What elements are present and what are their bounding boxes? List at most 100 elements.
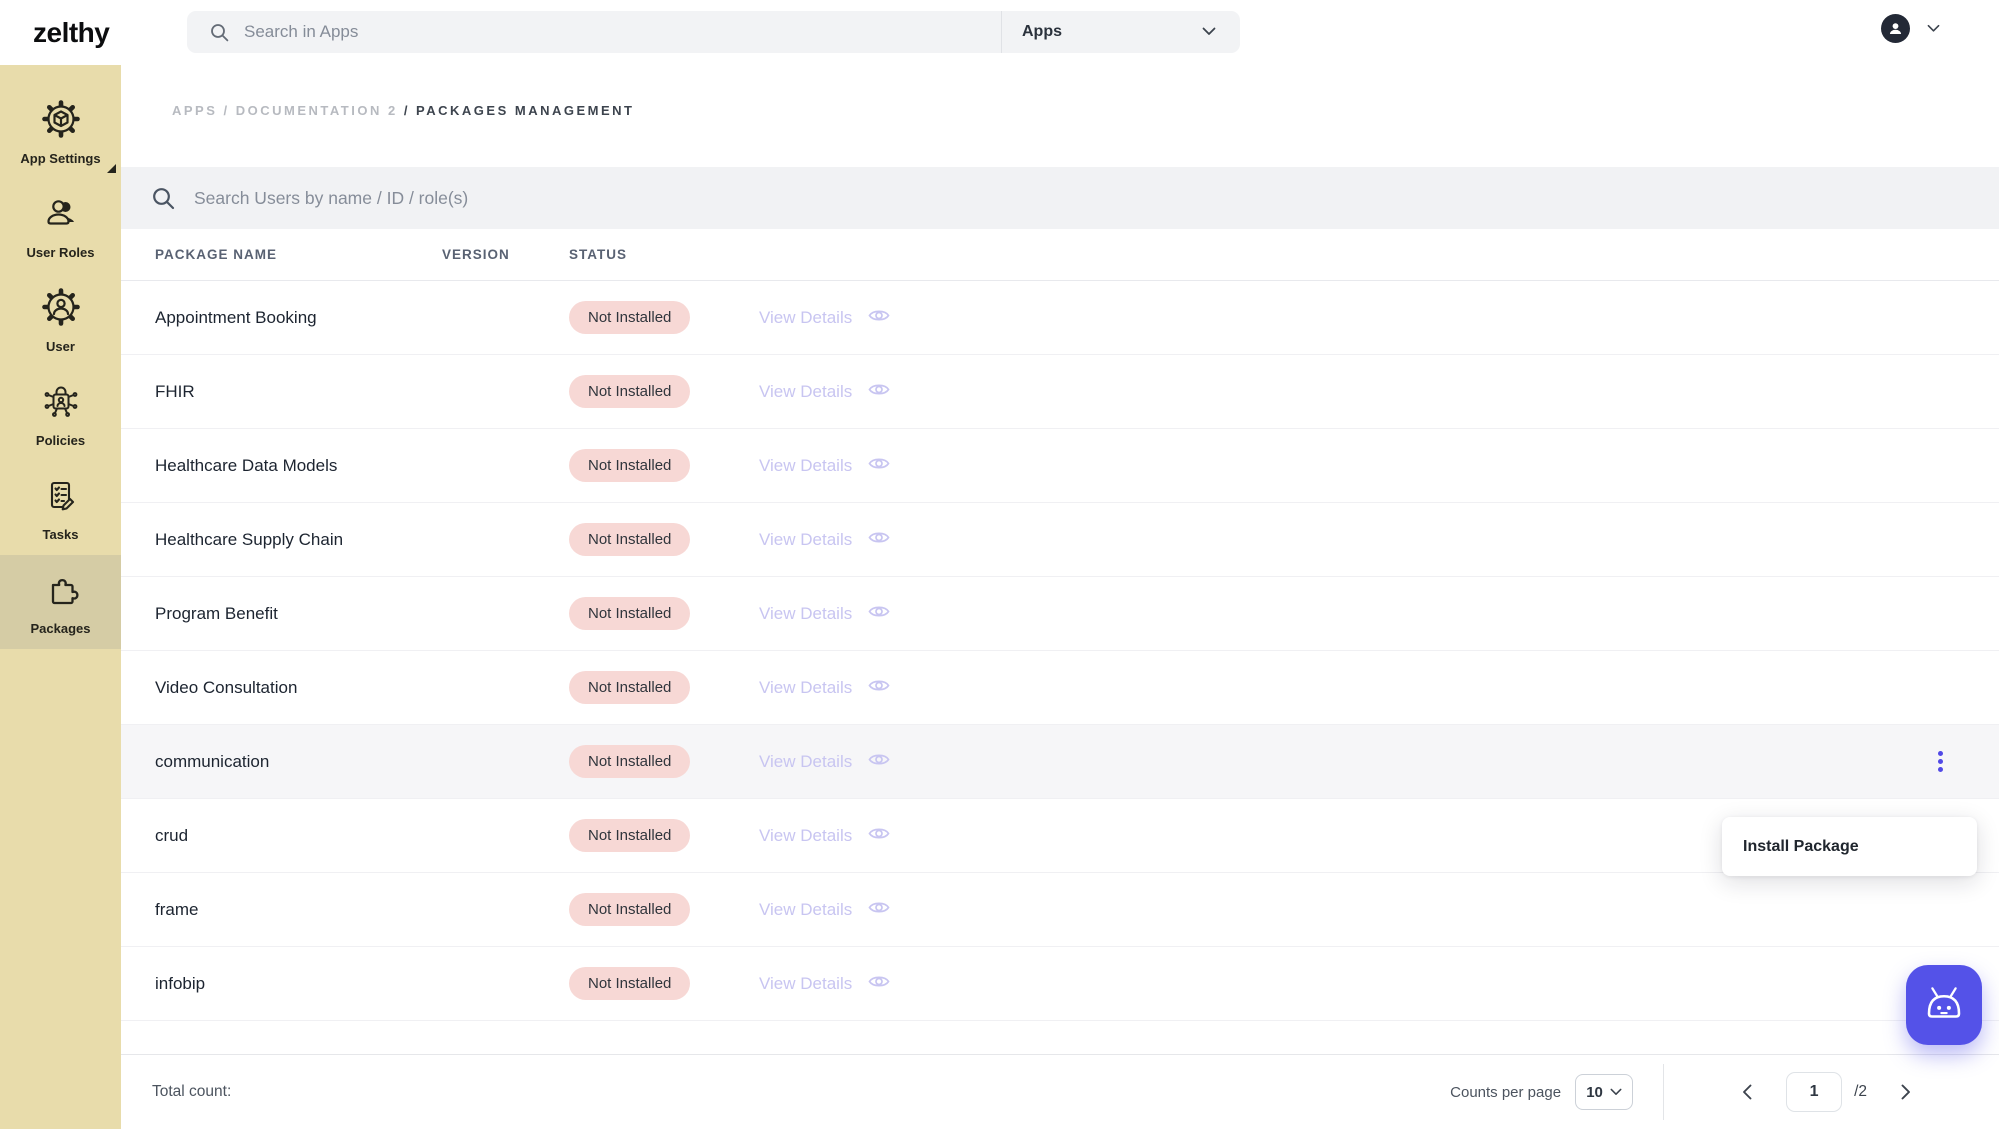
policies-lock-circuit-icon	[41, 381, 81, 426]
view-details-label: View Details	[759, 973, 853, 993]
page-total: /2	[1854, 1083, 1867, 1100]
sidebar: App Settings User Roles User Policies Ta…	[0, 65, 121, 1129]
sidebar-item-policies[interactable]: Policies	[0, 367, 121, 461]
kebab-menu-icon	[1937, 751, 1943, 756]
view-details-link[interactable]: View Details	[759, 974, 989, 994]
package-name: Healthcare Supply Chain	[155, 529, 344, 549]
view-details-link[interactable]: View Details	[759, 604, 989, 624]
sidebar-item-packages[interactable]: Packages	[0, 555, 121, 649]
sidebar-item-label: User Roles	[26, 244, 95, 260]
status-badge: Not Installed	[569, 375, 691, 408]
current-page-input[interactable]: 1	[1786, 1072, 1843, 1112]
users-search-bar	[121, 167, 1999, 229]
table-row: Appointment Booking Not Installed View D…	[121, 281, 1999, 355]
eye-icon	[868, 382, 890, 402]
view-details-link[interactable]: View Details	[759, 308, 989, 328]
app-settings-gear-cube-icon	[41, 99, 81, 144]
view-details-link[interactable]: View Details	[759, 826, 989, 846]
sidebar-item-label: User	[46, 338, 75, 354]
install-package-menu-item[interactable]: Install Package	[1722, 817, 1977, 876]
topbar: zelthy Apps	[0, 0, 1999, 65]
user-gear-icon	[41, 287, 81, 332]
eye-icon	[868, 456, 890, 476]
package-name: communication	[155, 751, 270, 771]
package-name: crud	[155, 825, 189, 845]
view-details-label: View Details	[759, 307, 853, 327]
package-name: infobip	[155, 973, 206, 993]
counts-per-page-value: 10	[1586, 1083, 1603, 1101]
table-body: Appointment Booking Not Installed View D…	[121, 281, 1999, 1021]
status-badge: Not Installed	[569, 301, 691, 334]
sidebar-item-tasks[interactable]: Tasks	[0, 461, 121, 555]
user-roles-icon	[41, 193, 81, 238]
search-icon	[210, 23, 229, 42]
eye-icon	[868, 974, 890, 994]
row-context-menu: Install Package	[1722, 817, 1977, 876]
chevron-down-icon	[1927, 20, 1940, 38]
view-details-label: View Details	[759, 455, 853, 475]
table-header: PACKAGE NAME VERSION STATUS	[121, 229, 1999, 281]
sidebar-item-label: App Settings	[20, 150, 101, 166]
sidebar-item-label: Packages	[30, 620, 91, 636]
apps-search-input[interactable]	[244, 22, 1001, 42]
table-row: Healthcare Supply Chain Not Installed Vi…	[121, 503, 1999, 577]
eye-icon	[868, 530, 890, 550]
view-details-link[interactable]: View Details	[759, 900, 989, 920]
expand-corner-icon	[107, 164, 116, 173]
view-details-link[interactable]: View Details	[759, 456, 989, 476]
column-header-status: STATUS	[569, 247, 627, 262]
account-menu-button[interactable]	[1881, 14, 1940, 43]
table-row: infobip Not Installed View Details	[121, 947, 1999, 1021]
footer: Total count: Counts per page 10 1 /2	[121, 1054, 1999, 1129]
view-details-link[interactable]: View Details	[759, 382, 989, 402]
search-scope-select[interactable]: Apps	[1002, 11, 1240, 53]
breadcrumb-path[interactable]: APPS / DOCUMENTATION 2	[172, 103, 398, 118]
chatbot-button[interactable]	[1906, 965, 1982, 1045]
table-row: Healthcare Data Models Not Installed Vie…	[121, 429, 1999, 503]
view-details-link[interactable]: View Details	[759, 752, 989, 772]
view-details-label: View Details	[759, 899, 853, 919]
row-menu-button[interactable]	[1932, 745, 1949, 778]
avatar	[1881, 14, 1910, 43]
tasks-checklist-icon	[41, 475, 81, 520]
eye-icon	[868, 678, 890, 698]
global-search-container: Apps	[187, 11, 1240, 53]
eye-icon	[868, 752, 890, 772]
status-badge: Not Installed	[569, 967, 691, 1000]
view-details-label: View Details	[759, 603, 853, 623]
view-details-label: View Details	[759, 825, 853, 845]
sidebar-item-app-settings[interactable]: App Settings	[0, 85, 121, 179]
sidebar-item-label: Policies	[35, 432, 86, 448]
status-badge: Not Installed	[569, 449, 691, 482]
sidebar-item-label: Tasks	[42, 526, 79, 542]
table-row: FHIR Not Installed View Details	[121, 355, 1999, 429]
sidebar-item-user-roles[interactable]: User Roles	[0, 179, 121, 273]
status-badge: Not Installed	[569, 597, 691, 630]
view-details-link[interactable]: View Details	[759, 678, 989, 698]
view-details-label: View Details	[759, 751, 853, 771]
package-name: Appointment Booking	[155, 307, 317, 327]
breadcrumb-current: / PACKAGES MANAGEMENT	[403, 103, 635, 118]
table-row: Video Consultation Not Installed View De…	[121, 651, 1999, 725]
status-badge: Not Installed	[569, 893, 691, 926]
packages-puzzle-icon	[41, 569, 81, 614]
package-name: frame	[155, 899, 199, 919]
view-details-label: View Details	[759, 677, 853, 697]
sidebar-item-user[interactable]: User	[0, 273, 121, 367]
robot-icon	[1920, 979, 1968, 1032]
chevron-down-icon	[1610, 1083, 1622, 1101]
breadcrumb: APPS / DOCUMENTATION 2 / PACKAGES MANAGE…	[172, 103, 1999, 118]
users-search-input[interactable]	[194, 187, 1999, 209]
status-badge: Not Installed	[569, 819, 691, 852]
eye-icon	[868, 604, 890, 624]
view-details-link[interactable]: View Details	[759, 530, 989, 550]
search-scope-value: Apps	[1022, 23, 1062, 40]
next-page-button[interactable]	[1895, 1078, 1917, 1106]
previous-page-button[interactable]	[1736, 1078, 1758, 1106]
counts-per-page-select[interactable]: 10	[1575, 1074, 1634, 1110]
table-row: crud Not Installed View Details	[121, 799, 1999, 873]
column-header-package-name: PACKAGE NAME	[155, 247, 278, 262]
package-name: Healthcare Data Models	[155, 455, 338, 475]
status-badge: Not Installed	[569, 745, 691, 778]
table-row: communication Not Installed View Details	[121, 725, 1999, 799]
